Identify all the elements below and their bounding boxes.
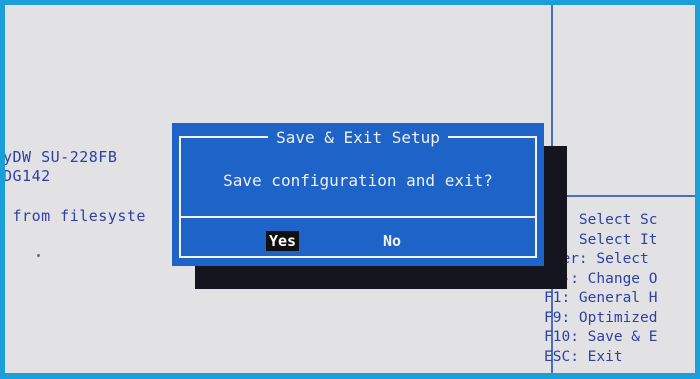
yes-button[interactable]: Yes: [266, 231, 300, 251]
no-button[interactable]: No: [380, 231, 404, 251]
help-line: F9: Optimized: [544, 309, 658, 326]
help-line: ESC: Exit: [544, 348, 623, 365]
dialog-divider: [179, 216, 537, 218]
bios-screen: yDW SU-228FB DG142 from filesyste →←: Se…: [5, 5, 695, 373]
dialog-title-bar: Save & Exit Setup: [172, 128, 544, 147]
device-model-text: DG142: [5, 167, 51, 185]
boot-option-text: from filesyste: [5, 207, 146, 225]
panel-divider-horizontal: [551, 195, 695, 197]
screen-speck: [37, 254, 40, 257]
dialog-frame: [179, 136, 537, 258]
help-line: F10: Save & E: [544, 329, 658, 345]
save-exit-dialog: Save & Exit Setup Save configuration and…: [172, 123, 544, 266]
dialog-message: Save configuration and exit?: [223, 171, 493, 190]
device-name-text: yDW SU-228FB: [5, 148, 118, 166]
dialog-title: Save & Exit Setup: [268, 128, 448, 147]
help-line: F1: General H: [544, 290, 658, 306]
